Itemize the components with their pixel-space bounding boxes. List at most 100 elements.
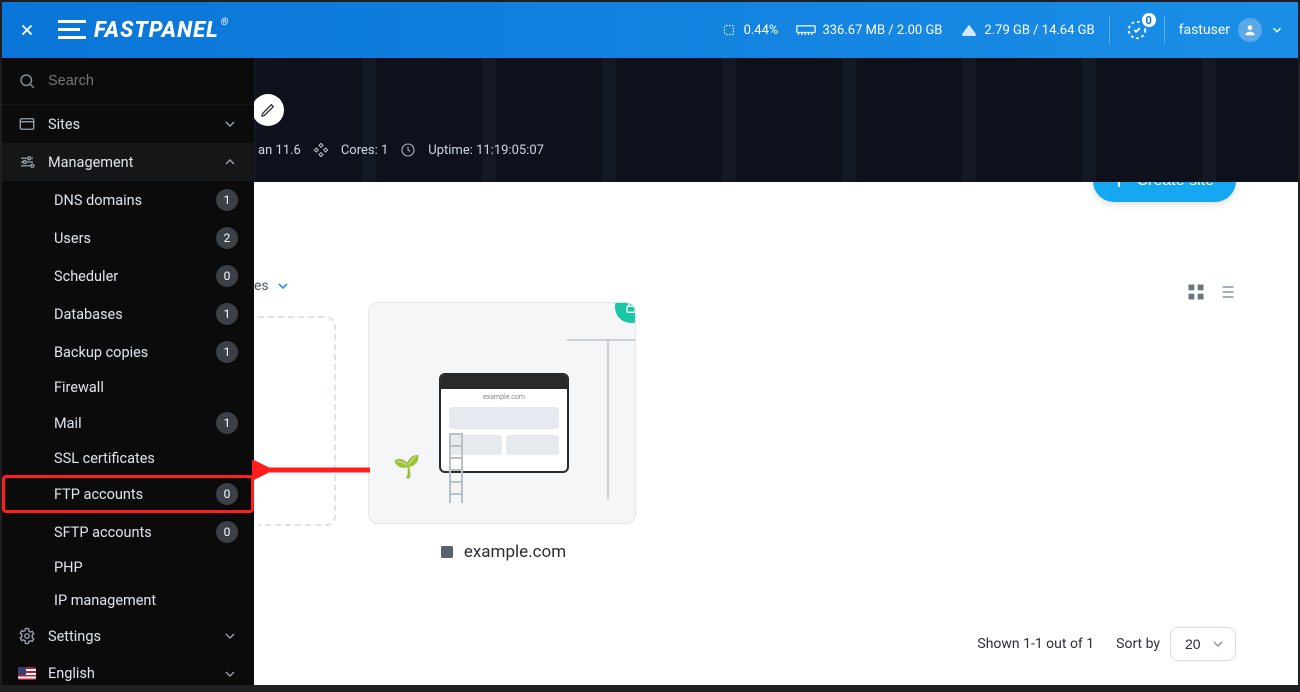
sidebar-item-firewall[interactable]: Firewall bbox=[2, 371, 254, 404]
cpu-stat[interactable]: 0.44% bbox=[720, 21, 779, 39]
sidebar-item-ssl-certificates[interactable]: SSL certificates bbox=[2, 442, 254, 475]
username: fastuser bbox=[1179, 22, 1230, 38]
language-label: English bbox=[48, 665, 95, 682]
ram-stat[interactable]: 336.67 MB / 2.00 GB bbox=[796, 23, 942, 38]
sidebar-language[interactable]: English bbox=[2, 655, 254, 692]
pagination-bar: Shown 1-1 out of 1 Sort by 20 bbox=[977, 627, 1236, 661]
avatar bbox=[1238, 18, 1262, 42]
thumb-url: example.com bbox=[441, 393, 567, 401]
sidebar-item-scheduler[interactable]: Scheduler 0 bbox=[2, 257, 254, 295]
close-sidebar-button[interactable] bbox=[16, 19, 38, 41]
site-thumbnail: example.com bbox=[368, 302, 636, 524]
sidebar-item-label: IP management bbox=[54, 592, 156, 609]
sidebar-item-count: 0 bbox=[216, 265, 238, 287]
disk-stat[interactable]: 2.79 GB / 14.64 GB bbox=[960, 21, 1094, 39]
settings-label: Settings bbox=[48, 628, 101, 645]
pencil-icon bbox=[260, 102, 276, 118]
sidebar-item-ip-management[interactable]: IP management bbox=[2, 584, 254, 617]
sidebar-item-mail[interactable]: Mail1 bbox=[2, 404, 254, 442]
disk-icon bbox=[960, 21, 978, 39]
sidebar-group-sites[interactable]: Sites bbox=[2, 105, 254, 143]
cpu-icon bbox=[720, 21, 738, 39]
sidebar-item-label: Firewall bbox=[54, 379, 104, 396]
sidebar-item-label: Scheduler bbox=[54, 268, 118, 285]
shown-text: Shown 1-1 out of 1 bbox=[977, 636, 1094, 652]
uptime-text: Uptime: 11:19:05:07 bbox=[428, 143, 544, 158]
sidebar-item-label: Mail bbox=[54, 415, 82, 432]
sidebar-item-dns-domains[interactable]: DNS domains 1 bbox=[2, 181, 254, 219]
header-divider bbox=[1109, 16, 1110, 44]
sidebar-group-management[interactable]: Management bbox=[2, 143, 254, 181]
sidebar-item-count: 2 bbox=[216, 227, 238, 249]
notifications-count: 0 bbox=[1140, 11, 1158, 29]
user-menu[interactable]: fastuser bbox=[1179, 18, 1284, 42]
earth-icon bbox=[438, 543, 456, 561]
flag-us-icon bbox=[18, 667, 36, 680]
lock-icon bbox=[623, 302, 636, 315]
sidebar-item-label: SSL certificates bbox=[54, 450, 155, 467]
filter-fragment-label: es bbox=[254, 278, 269, 294]
os-fragment: an 11.6 bbox=[258, 143, 301, 158]
sort-label: Sort by bbox=[1116, 636, 1160, 652]
disk-value: 2.79 GB / 14.64 GB bbox=[984, 23, 1094, 38]
sort-control: Sort by 20 bbox=[1116, 627, 1236, 661]
sidebar: Sites Management DNS domains 1 Users 2 Sched… bbox=[2, 58, 254, 685]
sidebar-item-php[interactable]: PHP bbox=[2, 551, 254, 584]
filter-dropdown[interactable]: es bbox=[254, 278, 291, 294]
sidebar-item-count: 1 bbox=[216, 303, 238, 325]
search-icon bbox=[18, 72, 36, 90]
cores-icon bbox=[313, 142, 329, 158]
edit-server-button[interactable] bbox=[252, 94, 284, 126]
header-divider-2 bbox=[1164, 16, 1165, 44]
sidebar-group-settings[interactable]: Settings bbox=[2, 617, 254, 655]
logo-bars-icon bbox=[58, 20, 86, 40]
cores-text: Cores: 1 bbox=[341, 143, 388, 158]
clock-icon bbox=[400, 142, 416, 158]
window-icon bbox=[18, 115, 36, 133]
grid-view-button[interactable] bbox=[1186, 282, 1206, 306]
gear-icon bbox=[18, 627, 36, 645]
sidebar-item-label: Databases bbox=[54, 306, 123, 323]
sidebar-search[interactable] bbox=[2, 58, 254, 105]
sidebar-item-users[interactable]: Users 2 bbox=[2, 219, 254, 257]
site-name-row: example.com bbox=[368, 542, 636, 562]
site-card[interactable]: example.com example.com bbox=[368, 302, 636, 562]
server-meta: an 11.6 Cores: 1 Uptime: 11:19:05:07 bbox=[258, 142, 544, 158]
close-icon bbox=[18, 21, 36, 39]
page-size-select[interactable]: 20 bbox=[1170, 627, 1236, 661]
sidebar-item-databases[interactable]: Databases 1 bbox=[2, 295, 254, 333]
sidebar-item-label: Users bbox=[54, 230, 91, 247]
ghost-card bbox=[258, 316, 336, 526]
cpu-value: 0.44% bbox=[744, 23, 779, 38]
sidebar-item-label: SFTP accounts bbox=[54, 524, 152, 541]
sidebar-item-count: 0 bbox=[216, 521, 238, 543]
list-view-button[interactable] bbox=[1216, 282, 1236, 306]
sidebar-item-label: Backup copies bbox=[54, 344, 148, 361]
sliders-icon bbox=[18, 153, 36, 171]
sidebar-item-ftp-accounts[interactable]: FTP accounts0 bbox=[2, 475, 254, 513]
management-label: Management bbox=[48, 154, 133, 171]
sidebar-item-count: 1 bbox=[216, 189, 238, 211]
sidebar-item-count: 1 bbox=[216, 341, 238, 363]
sidebar-item-backup-copies[interactable]: Backup copies 1 bbox=[2, 333, 254, 371]
chevron-down-icon bbox=[222, 628, 238, 644]
chevron-down-icon bbox=[222, 116, 238, 132]
chevron-down-icon bbox=[1270, 23, 1284, 37]
view-toggle bbox=[1186, 282, 1236, 306]
grid-icon bbox=[1186, 282, 1206, 302]
search-input[interactable] bbox=[48, 73, 238, 89]
plant-illustration bbox=[393, 455, 421, 501]
top-bar: FASTPANEL® 0.44% 336.67 MB / 2.00 GB 2.7… bbox=[2, 2, 1298, 58]
chevron-down-icon bbox=[275, 278, 291, 294]
sidebar-item-label: PHP bbox=[54, 559, 83, 576]
product-logo[interactable]: FASTPANEL® bbox=[58, 18, 229, 43]
header-stats: 0.44% 336.67 MB / 2.00 GB 2.79 GB / 14.6… bbox=[720, 21, 1095, 39]
ladder-illustration bbox=[449, 433, 463, 503]
crane-illustration bbox=[607, 339, 609, 499]
sites-label: Sites bbox=[48, 116, 80, 133]
sidebar-item-label: DNS domains bbox=[54, 192, 142, 209]
chevron-down-icon bbox=[222, 666, 238, 682]
ram-icon bbox=[796, 23, 816, 37]
notifications-button[interactable]: 0 bbox=[1124, 17, 1150, 43]
sidebar-item-sftp-accounts[interactable]: SFTP accounts 0 bbox=[2, 513, 254, 551]
